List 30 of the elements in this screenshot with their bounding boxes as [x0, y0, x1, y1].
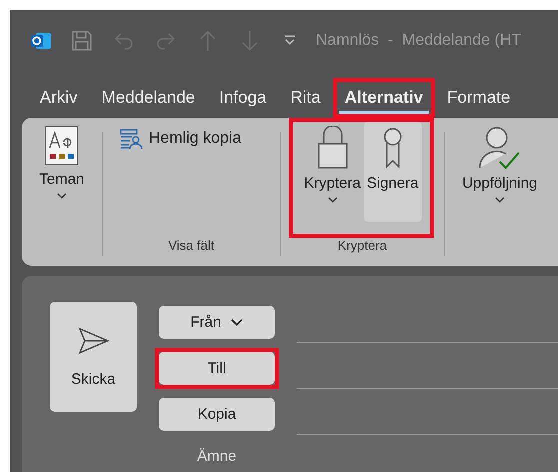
- recipient-button[interactable]: Kopia: [159, 398, 275, 431]
- bcc-icon: [119, 128, 143, 150]
- chevron-down-icon: [231, 318, 244, 326]
- recipient-button[interactable]: Till: [159, 352, 275, 385]
- send-icon: [78, 326, 110, 354]
- bcc-button[interactable]: Hemlig kopia: [119, 122, 242, 156]
- themes-icon: [45, 126, 79, 166]
- from-dropdown[interactable]: Från: [159, 306, 275, 339]
- group-label: Kryptera: [336, 238, 388, 255]
- chevron-down-icon: [328, 197, 338, 203]
- ribbon-tab[interactable]: Arkiv: [34, 82, 84, 114]
- ribbon-tab[interactable]: Formate: [441, 82, 517, 114]
- lock-icon: [316, 126, 350, 170]
- save-icon[interactable]: [70, 29, 94, 53]
- chevron-down-icon: [57, 193, 67, 199]
- ribbon-button[interactable]: Uppföljning: [459, 122, 541, 222]
- send-button[interactable]: Skicka: [50, 302, 137, 412]
- window-title: Namnlös - Meddelande (HT: [316, 32, 522, 50]
- ribbon-button[interactable]: Teman: [36, 122, 88, 222]
- group-label: Visa fält: [167, 238, 216, 255]
- chevron-down-icon: [495, 197, 505, 203]
- ribbon-button[interactable]: Kryptera: [301, 122, 364, 222]
- outlook-logo-icon: [30, 30, 52, 52]
- ribbon-button[interactable]: Signera: [364, 122, 422, 222]
- ribbon-tab[interactable]: Meddelande: [96, 82, 202, 114]
- customize-menu-icon[interactable]: [284, 35, 296, 47]
- person-check-icon: [478, 126, 522, 170]
- field-label: Ämne: [196, 447, 238, 465]
- ribbon-tab[interactable]: Rita: [284, 82, 327, 114]
- ribbon-tab[interactable]: Infoga: [213, 82, 273, 114]
